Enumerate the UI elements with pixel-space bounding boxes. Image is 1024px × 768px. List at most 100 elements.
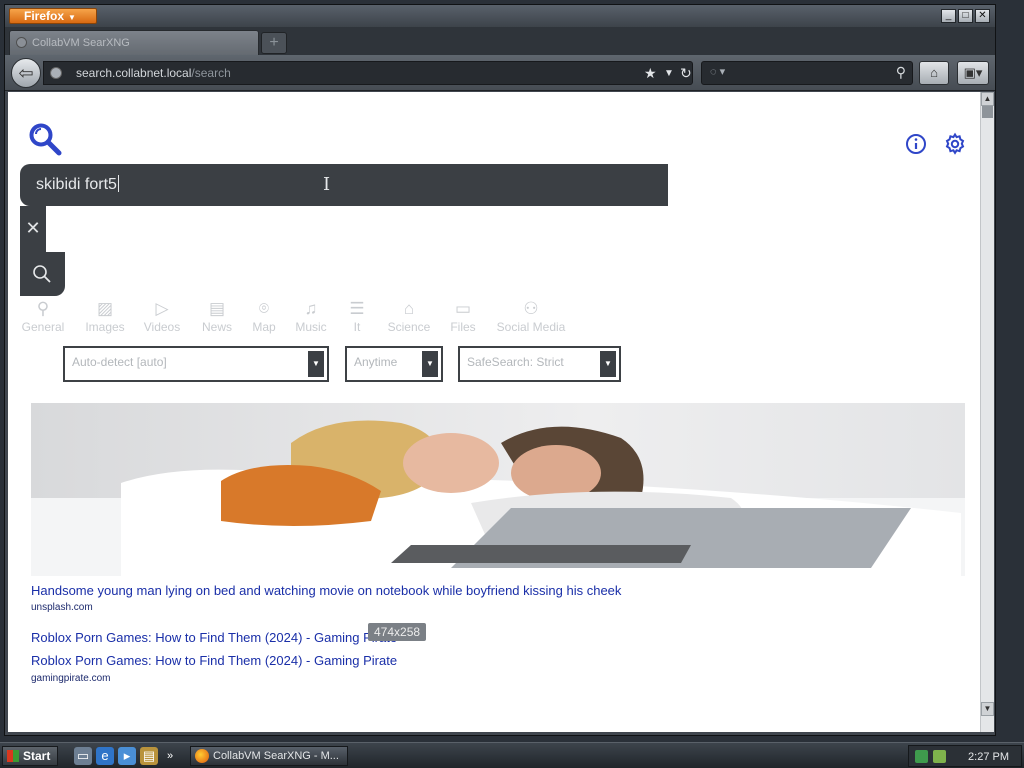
search-submit-button[interactable] — [20, 252, 65, 296]
map-pin-icon: ⌾ — [258, 299, 270, 318]
firefox-icon — [195, 749, 209, 763]
back-button[interactable]: ⇦ — [11, 58, 41, 88]
url-text: search.collabnet.local/search — [76, 62, 231, 84]
gear-icon[interactable] — [943, 132, 967, 156]
play-icon: ▷ — [155, 299, 169, 318]
quick-launch-overflow-icon[interactable]: » — [164, 747, 176, 765]
start-button[interactable]: Start — [2, 746, 58, 766]
start-label: Start — [23, 749, 51, 763]
url-bar[interactable]: search.collabnet.local/search ★ ▼ ↻ — [43, 61, 693, 85]
tab-videos[interactable]: ▷ Videos — [140, 298, 184, 334]
layers-icon: ☰ — [349, 299, 365, 318]
people-icon: ⚇ — [523, 299, 539, 318]
tab-title: CollabVM SearXNG — [32, 37, 130, 49]
time-range-select-value: Anytime — [354, 355, 398, 369]
image-size-tooltip: 474x258 — [368, 623, 427, 641]
newspaper-icon: ▤ — [208, 299, 226, 318]
scrollbar-thumb[interactable] — [982, 106, 993, 118]
explorer-icon[interactable]: ▤ — [140, 747, 158, 765]
tab-label: Music — [295, 320, 327, 334]
taskbar-task-label: CollabVM SearXNG - M... — [213, 750, 339, 762]
browser-search-field[interactable]: ◌ ▾ ⚲ — [701, 61, 913, 85]
windows-flag-icon — [7, 750, 19, 762]
tab-label: Science — [387, 320, 431, 334]
school-icon: ⌂ — [403, 299, 415, 318]
tab-label: General — [21, 320, 65, 334]
taskbar: Start ▭ e ▸ ▤ » CollabVM SearXNG - M... … — [0, 742, 1024, 768]
text-caret — [117, 175, 119, 192]
url-host: search.collabnet.local — [76, 66, 192, 80]
site-favicon-icon — [16, 37, 27, 48]
ibeam-cursor-icon: I — [323, 174, 331, 195]
bookmarks-button[interactable]: ▣▾ — [957, 61, 989, 85]
tab-general[interactable]: ⚲ General — [20, 298, 66, 334]
firefox-menu-label: Firefox — [24, 9, 65, 23]
chevron-down-icon: ▼ — [600, 351, 616, 377]
taskbar-firefox-button[interactable]: CollabVM SearXNG - M... — [190, 746, 348, 766]
volume-icon[interactable] — [933, 750, 946, 763]
result-title-link[interactable]: Roblox Porn Games: How to Find Them (202… — [31, 630, 397, 645]
safesearch-select[interactable]: SafeSearch: Strict ▼ — [458, 346, 621, 382]
tab-label: Social Media — [496, 320, 566, 334]
search-input[interactable]: skibidi fort5 I — [20, 164, 668, 206]
internet-explorer-icon[interactable]: e — [96, 747, 114, 765]
tab-news[interactable]: ▤ News — [197, 298, 237, 334]
home-button[interactable]: ⌂ — [919, 61, 949, 85]
system-tray: 2:27 PM — [908, 745, 1022, 767]
page-viewport: skibidi fort5 I ✕ ⚲ General ▨ Images ▷ Vide… — [8, 92, 980, 732]
searxng-logo-icon[interactable] — [28, 122, 62, 156]
chevron-down-icon: ▼ — [308, 351, 324, 377]
chevron-down-icon: ▼ — [422, 351, 438, 377]
files-icon: ▭ — [454, 299, 472, 318]
photo — [31, 403, 965, 576]
tab-searxng[interactable]: CollabVM SearXNG — [9, 30, 259, 55]
music-note-icon: ♫ — [304, 299, 318, 318]
minimize-icon[interactable]: _ — [941, 9, 956, 23]
site-identity-icon[interactable] — [50, 67, 62, 79]
desktop: Firefox ▼ _ □ ✕ CollabVM SearXNG + ⇦ sear… — [0, 0, 1024, 768]
result-image-thumbnail[interactable] — [31, 403, 965, 576]
tab-files[interactable]: ▭ Files — [447, 298, 479, 334]
tab-it[interactable]: ☰ It — [346, 298, 368, 334]
language-select[interactable]: Auto-detect [auto] ▼ — [63, 346, 329, 382]
result-title-link[interactable]: Handsome young man lying on bed and watc… — [31, 583, 621, 598]
result-host: gamingpirate.com — [31, 673, 111, 684]
new-tab-button[interactable]: + — [261, 32, 287, 54]
tab-strip: CollabVM SearXNG + — [5, 27, 995, 55]
media-player-icon[interactable]: ▸ — [118, 747, 136, 765]
tab-social-media[interactable]: ⚇ Social Media — [494, 298, 568, 334]
search-engine-icon[interactable]: ◌ ▾ — [710, 65, 725, 78]
reload-icon[interactable]: ↻ — [680, 64, 692, 82]
clear-search-button[interactable]: ✕ — [20, 206, 46, 252]
info-icon[interactable] — [905, 133, 927, 155]
tab-images[interactable]: ▨ Images — [82, 298, 128, 334]
title-bar[interactable]: Firefox ▼ _ □ ✕ — [5, 5, 995, 27]
tab-label: Images — [85, 320, 125, 334]
tab-label: News — [201, 320, 232, 334]
bookmark-star-icon[interactable]: ★ — [644, 64, 657, 82]
search-icon[interactable]: ⚲ — [896, 64, 906, 81]
scroll-down-icon[interactable]: ▼ — [981, 702, 994, 716]
tab-music[interactable]: ♫ Music — [292, 298, 330, 334]
tab-label: Videos — [143, 320, 181, 334]
network-icon[interactable] — [915, 750, 928, 763]
tab-map[interactable]: ⌾ Map — [249, 298, 279, 334]
image-icon: ▨ — [96, 299, 114, 318]
tab-label: It — [353, 320, 361, 334]
result-host: unsplash.com — [31, 602, 93, 613]
firefox-menu-button[interactable]: Firefox ▼ — [9, 8, 97, 24]
clock[interactable]: 2:27 PM — [968, 746, 1009, 768]
tab-label: Files — [450, 320, 476, 334]
vertical-scrollbar[interactable]: ▲ ▼ — [980, 92, 994, 732]
close-icon[interactable]: ✕ — [975, 9, 990, 23]
history-dropdown-icon[interactable]: ▼ — [664, 65, 674, 83]
maximize-icon[interactable]: □ — [958, 9, 973, 23]
result-title-link[interactable]: Roblox Porn Games: How to Find Them (202… — [31, 653, 397, 668]
time-range-select[interactable]: Anytime ▼ — [345, 346, 443, 382]
scroll-up-icon[interactable]: ▲ — [981, 92, 994, 106]
close-icon: ✕ — [25, 218, 41, 238]
search-query-text: skibidi fort5 — [36, 175, 119, 193]
show-desktop-icon[interactable]: ▭ — [74, 747, 92, 765]
search-icon — [33, 265, 51, 283]
tab-science[interactable]: ⌂ Science — [386, 298, 432, 334]
